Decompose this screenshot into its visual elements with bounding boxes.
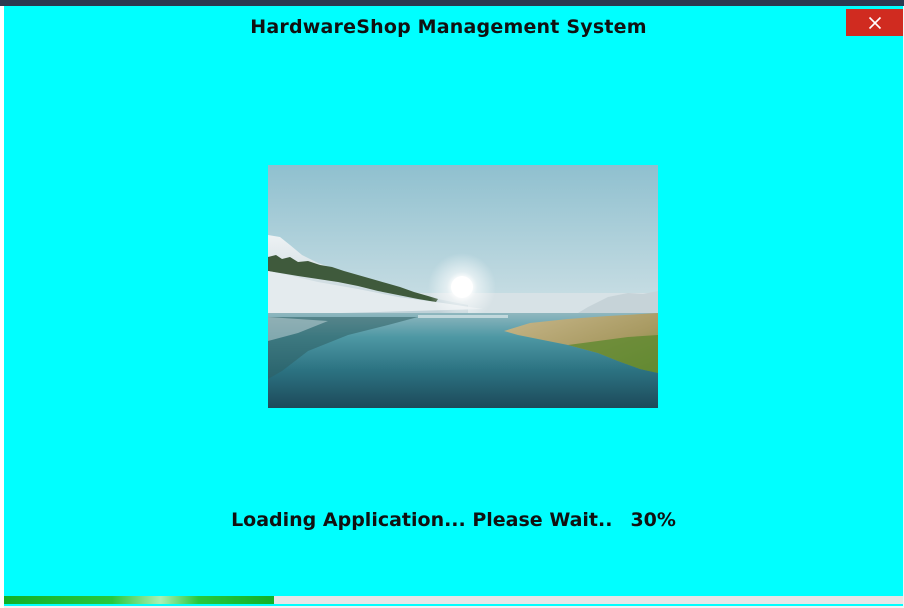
loading-message: Loading Application... Please Wait.. <box>231 509 613 531</box>
loading-status: Loading Application... Please Wait.. 30% <box>4 509 903 531</box>
progress-bar-fill <box>4 596 274 604</box>
loading-percent: 30% <box>630 509 676 531</box>
splash-window: HardwareShop Management System Loading A… <box>4 6 903 606</box>
splash-image <box>268 165 658 408</box>
close-icon <box>868 16 882 30</box>
progress-bar <box>4 596 903 604</box>
close-button[interactable] <box>846 9 903 36</box>
window-title: HardwareShop Management System <box>250 16 647 38</box>
